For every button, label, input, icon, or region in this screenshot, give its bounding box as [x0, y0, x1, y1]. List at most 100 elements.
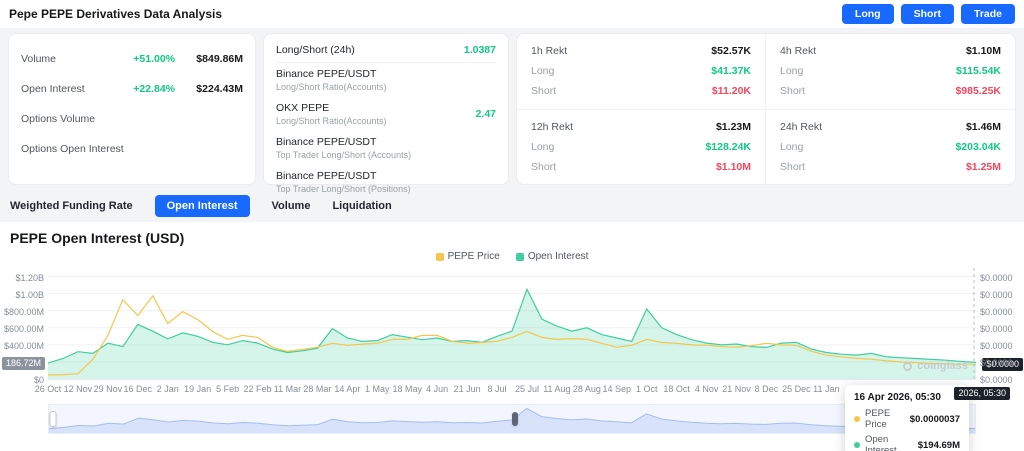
y-axis-left-label: $1.00B: [2, 290, 44, 300]
legend-item-pepe-price[interactable]: PEPE Price: [436, 251, 500, 262]
derivatives-analysis-page: Pepe PEPE Derivatives Data Analysis Long…: [0, 0, 1024, 451]
stat-row-options-volume: Options Volume: [21, 104, 243, 134]
short-button[interactable]: Short: [901, 4, 954, 24]
tab-open-interest[interactable]: Open Interest: [155, 195, 250, 217]
x-axis-label: 16 Dec: [124, 384, 153, 394]
stats-cards-row: Volume +51.00% $849.86M Open Interest +2…: [8, 33, 1016, 185]
tooltip-row-oi: Open Interest $194.69M: [854, 434, 960, 451]
rekt-total: $1.10M: [966, 45, 1001, 57]
stat-row-options-open-interest: Options Open Interest: [21, 134, 243, 164]
stat-label: Options Volume: [21, 113, 175, 125]
tooltip-row-price: PEPE Price $0.0000037: [854, 408, 960, 430]
stat-row-open-interest: Open Interest +22.84% $224.43M: [21, 74, 243, 104]
x-axis-label: 14 Sep: [603, 384, 632, 394]
y-axis-right-label: $0.0000: [980, 358, 1022, 368]
x-axis-label: 21 Nov: [722, 384, 751, 394]
ratio-label: Long/Short (24h): [276, 44, 355, 56]
liquidation-rekt-card: 1h Rekt$52.57K Long$41.37K Short$11.20K …: [516, 33, 1016, 185]
rekt-cell-1h: 1h Rekt$52.57K Long$41.37K Short$11.20K: [517, 34, 766, 110]
ratio-label: Binance PEPE/USDT: [276, 170, 411, 182]
x-axis-label: 26 Oct: [35, 384, 62, 394]
x-axis-label: 11 Aug: [543, 384, 570, 394]
page-title: Pepe PEPE Derivatives Data Analysis: [9, 7, 222, 21]
x-axis-labels: 26 Oct12 Nov29 Nov16 Dec2 Jan19 Jan5 Feb…: [48, 384, 976, 396]
rekt-short-value: $11.20K: [712, 85, 751, 97]
x-axis-label: 8 Jul: [488, 384, 507, 394]
long-short-ratios-card: Long/Short (24h) 1.0387 Binance PEPE/USD…: [263, 33, 509, 185]
rekt-title: 1h Rekt: [531, 45, 567, 57]
long-button[interactable]: Long: [842, 4, 894, 24]
tooltip-value: $0.0000037: [910, 414, 960, 425]
chart-series-svg: [48, 268, 976, 379]
x-axis-label: 28 Aug: [573, 384, 601, 394]
rekt-total: $52.57K: [711, 45, 751, 57]
ratio-value: 2.47: [476, 108, 496, 120]
navigator-left-handle[interactable]: [50, 411, 57, 427]
rekt-short-value: $985.25K: [955, 85, 1001, 97]
x-axis-label: 4 Jun: [426, 384, 448, 394]
chart-card: PEPE Open Interest (USD) PEPE Price Open…: [0, 222, 1024, 451]
x-axis-label: 28 Mar: [303, 384, 331, 394]
tab-weighted-funding-rate[interactable]: Weighted Funding Rate: [10, 200, 133, 212]
rekt-cell-4h: 4h Rekt$1.10M Long$115.54K Short$985.25K: [766, 34, 1015, 110]
trade-button[interactable]: Trade: [961, 4, 1015, 24]
stat-row-volume: Volume +51.00% $849.86M: [21, 44, 243, 74]
tab-liquidation[interactable]: Liquidation: [332, 200, 391, 212]
x-axis-label: 8 Dec: [755, 384, 779, 394]
legend-label: Open Interest: [528, 251, 589, 262]
ratio-sublabel: Top Trader Long/Short (Accounts): [276, 150, 411, 160]
x-axis-label: 19 Jan: [184, 384, 211, 394]
stat-label: Options Open Interest: [21, 143, 175, 155]
left-axis-current-badge: 186.72M: [2, 357, 45, 370]
y-axis-left-label: $1.20B: [2, 273, 44, 283]
coinglass-logo-icon: [903, 362, 912, 371]
top-bar: Pepe PEPE Derivatives Data Analysis Long…: [0, 0, 1024, 28]
header-buttons: Long Short Trade: [835, 4, 1015, 24]
ratio-sublabel: Top Trader Long/Short (Positions): [276, 184, 411, 194]
ratio-row-okx-accounts: OKX PEPE Long/Short Ratio(Accounts) 2.47: [276, 97, 496, 131]
x-axis-label: 11 Mar: [274, 384, 301, 394]
x-axis-label: 18 May: [392, 384, 422, 394]
stat-change: +22.84%: [133, 83, 175, 95]
tooltip-label: Open Interest: [865, 434, 918, 451]
plot-area[interactable]: 186.72M $0.0000 $1.20B$1.00B$800.00M$600…: [48, 268, 976, 380]
rekt-title: 4h Rekt: [780, 45, 816, 57]
x-axis-label: 21 Jun: [454, 384, 481, 394]
coinglass-watermark: coinglass: [903, 360, 968, 372]
watermark-text: coinglass: [917, 360, 968, 372]
ratio-sublabel: Long/Short Ratio(Accounts): [276, 116, 387, 126]
rekt-short-value: $1.10M: [716, 161, 751, 173]
rekt-short-label: Short: [780, 161, 805, 173]
rekt-long-value: $115.54K: [956, 65, 1001, 77]
navigator-center-handle[interactable]: [512, 412, 518, 426]
y-axis-right-label: $0.0000: [980, 341, 1022, 351]
x-axis-label: 1 May: [365, 384, 390, 394]
x-axis-label: 29 Nov: [94, 384, 123, 394]
x-axis-label: 22 Feb: [244, 384, 272, 394]
y-axis-left-label: $800.00M: [2, 307, 44, 317]
ratio-label: Binance PEPE/USDT: [276, 136, 411, 148]
y-axis-right-label: $0.0000: [980, 290, 1022, 300]
ratio-value: 1.0387: [464, 44, 496, 56]
y-axis-right-label: $0.0000: [980, 375, 1022, 385]
rekt-long-label: Long: [780, 65, 803, 77]
legend-item-open-interest[interactable]: Open Interest: [516, 251, 589, 262]
x-axis-label: 25 Dec: [782, 384, 811, 394]
stat-value: $849.86M: [185, 53, 243, 65]
tooltip-date: 16 Apr 2026, 05:30: [854, 392, 960, 403]
x-axis-label: 18 Oct: [663, 384, 690, 394]
navigator-track[interactable]: [48, 404, 976, 434]
x-axis-label: 5 Feb: [216, 384, 239, 394]
rekt-grid: 1h Rekt$52.57K Long$41.37K Short$11.20K …: [517, 34, 1015, 184]
rekt-short-value: $1.25M: [966, 161, 1001, 173]
ratio-row-24h: Long/Short (24h) 1.0387: [276, 41, 496, 63]
tab-volume[interactable]: Volume: [272, 200, 311, 212]
tooltip-label: PEPE Price: [865, 408, 910, 430]
stat-value: $224.43M: [185, 83, 243, 95]
tooltip-value: $194.69M: [918, 440, 960, 451]
y-axis-left-label: $400.00M: [2, 341, 44, 351]
rekt-long-value: $41.37K: [711, 65, 751, 77]
legend-swatch-oi: [516, 253, 524, 261]
chart-title: PEPE Open Interest (USD): [10, 230, 1024, 246]
stat-change: +51.00%: [133, 53, 175, 65]
